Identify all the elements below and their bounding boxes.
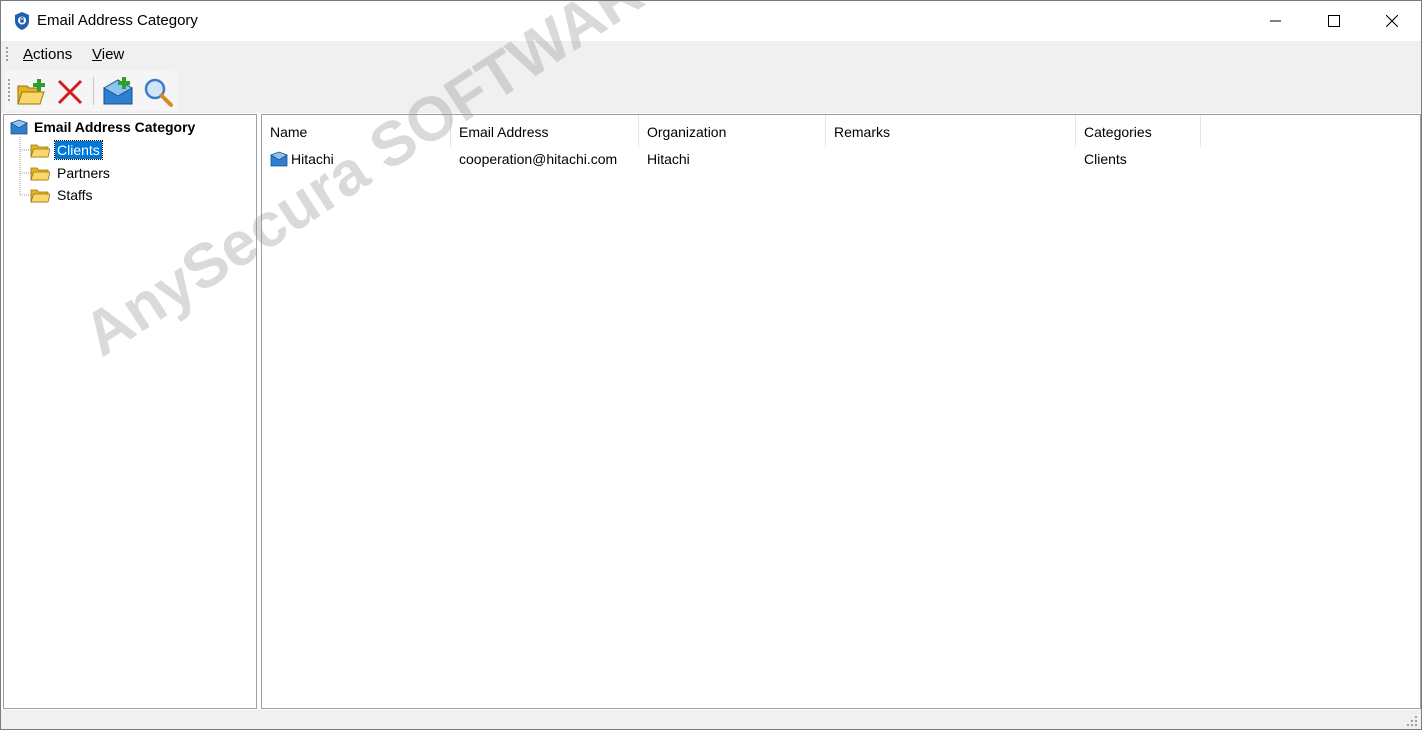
tree-root-label: Email Address Category — [34, 119, 196, 135]
folder-icon — [30, 144, 50, 158]
contact-mail-icon — [270, 151, 288, 167]
category-tree[interactable]: Email Address Category Clients Partners … — [3, 114, 257, 709]
toolbar-grip[interactable] — [8, 79, 11, 103]
maximize-button[interactable] — [1305, 1, 1363, 41]
folder-add-icon — [17, 79, 45, 105]
close-button[interactable] — [1363, 1, 1421, 41]
tree-node-label: Clients — [54, 140, 103, 160]
menu-view[interactable]: View — [92, 46, 124, 63]
toolbar — [5, 71, 177, 111]
email-list[interactable]: Name Email Address Organization Remarks … — [261, 114, 1421, 709]
status-bar — [1, 710, 1421, 729]
minimize-icon — [1270, 20, 1281, 22]
column-header-remarks[interactable]: Remarks — [826, 115, 1076, 147]
tree-node-clients[interactable]: Clients — [30, 140, 103, 160]
search-button[interactable] — [141, 75, 175, 109]
list-row[interactable]: Hitachi cooperation@hitachi.com Hitachi … — [262, 148, 1202, 170]
tree-node-staffs[interactable]: Staffs — [30, 185, 95, 205]
app-window: Email Address Category Actions View Emai… — [0, 0, 1422, 730]
tree-node-label: Staffs — [57, 187, 93, 203]
cell-email: cooperation@hitachi.com — [459, 151, 618, 167]
minimize-button[interactable] — [1247, 1, 1305, 41]
add-category-button[interactable] — [15, 75, 49, 109]
app-shield-icon — [12, 11, 32, 31]
red-x-icon — [57, 79, 83, 105]
cell-categories: Clients — [1084, 151, 1127, 167]
column-header-name[interactable]: Name — [262, 115, 451, 147]
menu-actions[interactable]: Actions — [23, 46, 72, 63]
column-header-email[interactable]: Email Address — [451, 115, 639, 147]
magnifier-icon — [144, 78, 173, 107]
cell-name-text: Hitachi — [291, 151, 334, 167]
resize-grip-icon[interactable] — [1406, 715, 1418, 727]
mail-add-icon — [102, 77, 134, 105]
menu-view-label: iew — [101, 46, 125, 63]
column-header-categories[interactable]: Categories — [1076, 115, 1201, 147]
cell-name: Hitachi — [270, 148, 334, 170]
tree-node-partners[interactable]: Partners — [30, 163, 112, 183]
title-bar[interactable]: Email Address Category — [1, 1, 1421, 41]
folder-icon — [30, 167, 50, 181]
menu-view-accesskey: V — [92, 46, 102, 63]
delete-button[interactable] — [53, 75, 87, 109]
menu-actions-accesskey: A — [23, 46, 34, 63]
window-title: Email Address Category — [37, 12, 198, 29]
folder-icon — [30, 189, 50, 203]
close-icon — [1386, 15, 1398, 27]
column-header-organization[interactable]: Organization — [639, 115, 826, 147]
menu-actions-label: ctions — [33, 46, 73, 63]
toolbar-separator — [93, 77, 94, 105]
add-email-button[interactable] — [101, 75, 135, 109]
tree-root[interactable]: Email Address Category — [10, 119, 195, 135]
address-book-icon — [10, 119, 28, 135]
tree-node-label: Partners — [57, 165, 110, 181]
cell-organization: Hitachi — [647, 151, 690, 167]
maximize-icon — [1328, 15, 1340, 27]
toolbar-strip — [1, 69, 1421, 113]
menu-bar: Actions View — [1, 41, 1421, 69]
menu-grip[interactable] — [6, 47, 9, 63]
list-header: Name Email Address Organization Remarks … — [262, 115, 1202, 147]
